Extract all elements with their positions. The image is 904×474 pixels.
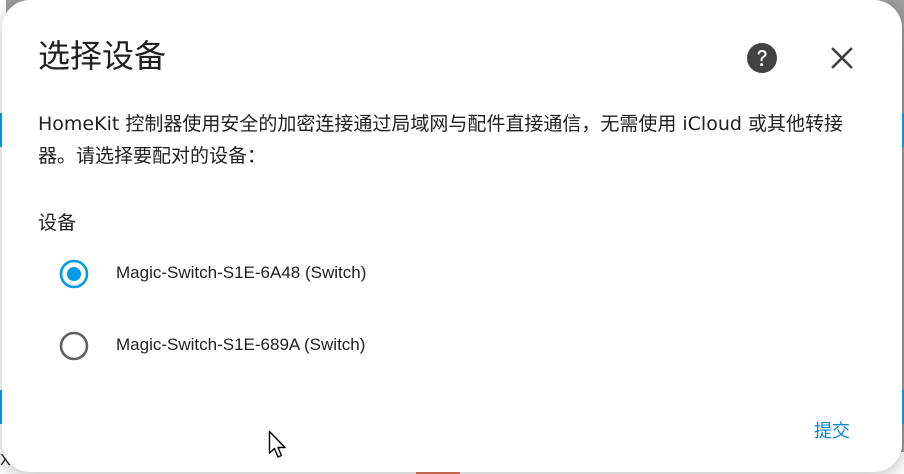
dialog-title: 选择设备 [38, 37, 167, 75]
device-option-1[interactable]: Magic-Switch-S1E-6A48 (Switch) [54, 254, 474, 294]
devices-field-label: 设备 [38, 212, 77, 234]
device-option-label: Magic-Switch-S1E-6A48 (Switch) [116, 263, 367, 282]
select-device-dialog: 选择设备 HomeKit 控制器使用安全的加密连接通过局域网与配件直接通信，无需… [2, 0, 902, 472]
help-button[interactable] [746, 42, 778, 74]
dialog-description: HomeKit 控制器使用安全的加密连接通过局域网与配件直接通信，无需使用 iC… [38, 113, 843, 167]
radio-selected-icon[interactable] [58, 258, 90, 290]
close-icon [831, 47, 853, 69]
close-button[interactable] [826, 42, 858, 74]
device-option-2[interactable]: Magic-Switch-S1E-689A (Switch) [54, 326, 474, 366]
mouse-cursor-icon [268, 430, 286, 458]
help-circle-icon [747, 43, 777, 73]
submit-button[interactable]: 提交 [798, 414, 866, 450]
radio-unselected-icon[interactable] [58, 330, 90, 362]
device-option-label: Magic-Switch-S1E-689A (Switch) [116, 335, 366, 354]
